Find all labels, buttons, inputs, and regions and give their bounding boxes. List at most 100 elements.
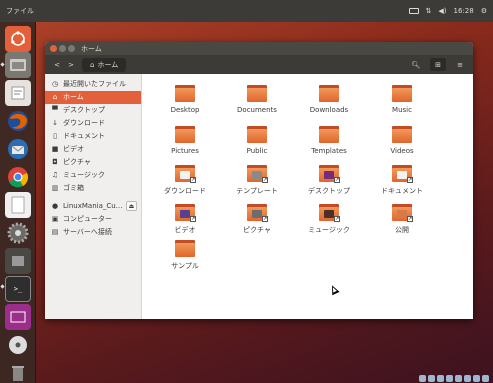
tray-icon[interactable] — [464, 374, 471, 382]
file-name: ドキュメント — [381, 187, 423, 195]
file-item[interactable]: ↗ 公開 — [367, 204, 437, 235]
folder-icon: ↗ — [247, 204, 268, 222]
forward-button[interactable]: > — [64, 61, 78, 69]
folder-icon — [392, 126, 412, 143]
sidebar-item-desktop[interactable]: ▀ デスクトップ — [45, 104, 141, 117]
sidebar-item-home[interactable]: ⌂ ホーム — [45, 90, 141, 104]
sidebar-item-videos[interactable]: ■ ビデオ — [45, 142, 141, 155]
running-indicator — [0, 62, 5, 67]
maximize-button[interactable] — [68, 45, 75, 52]
tray-icon[interactable] — [419, 374, 426, 382]
tray-icon[interactable] — [455, 374, 462, 382]
file-item[interactable]: ↗ ダウンロード — [150, 165, 220, 196]
clock[interactable]: 16:28 — [454, 7, 474, 15]
file-item[interactable]: ↗ デスクトップ — [294, 165, 364, 196]
file-name: Templates — [311, 147, 347, 155]
file-name: ダウンロード — [164, 187, 206, 195]
tray-icon[interactable] — [428, 374, 435, 382]
file-item[interactable]: Downloads — [294, 85, 364, 114]
file-grid: Desktop Documents Downloads Music Pictures Pu… — [142, 74, 473, 319]
folder-icon — [175, 85, 195, 102]
thunderbird-icon[interactable] — [5, 136, 31, 162]
folder-icon: ↗ — [247, 165, 268, 183]
search-button[interactable]: 🔍︎ — [408, 58, 424, 71]
file-item[interactable]: ↗ テンプレート — [222, 165, 292, 196]
file-name: ビデオ — [174, 226, 196, 234]
file-item[interactable]: Desktop — [150, 85, 220, 114]
running-indicator — [0, 284, 5, 289]
file-item[interactable]: Documents — [222, 85, 292, 114]
trash-icon: ▥ — [51, 183, 59, 192]
tray-icon[interactable] — [482, 374, 489, 382]
tray-icon[interactable] — [437, 374, 444, 382]
text-editor-icon[interactable] — [5, 80, 31, 106]
indicator-area: ⇅ ◀) 16:28 ⚙ — [408, 7, 487, 15]
file-item[interactable]: ↗ ミュージック — [294, 204, 364, 235]
folder-icon — [247, 126, 267, 143]
media-icon[interactable] — [5, 248, 31, 274]
terminal-icon[interactable]: >_ — [5, 276, 31, 302]
sidebar-item-computer[interactable]: ▣ コンピューター — [45, 213, 141, 226]
breadcrumb-home[interactable]: ⌂ ホーム — [82, 57, 127, 72]
keyboard-icon[interactable] — [408, 8, 419, 14]
view-controls: 🔍︎ ⊞ ≡ — [408, 58, 468, 71]
ubuntu-dash-icon[interactable] — [5, 26, 31, 52]
places-sidebar: ◷ 最近開いたファイル ⌂ ホーム ▀ デスクトップ ↓ ダウンロード ▯ ドキュメント … — [45, 74, 142, 319]
file-item[interactable]: ↗ ピクチャ — [222, 204, 292, 235]
file-item[interactable]: サンプル — [150, 240, 220, 271]
sidebar-item-pictures[interactable]: ◘ ピクチャ — [45, 155, 141, 168]
sidebar-item-documents[interactable]: ▯ ドキュメント — [45, 130, 141, 143]
file-item[interactable]: ↗ ビデオ — [150, 204, 220, 235]
sidebar-item-music[interactable]: ♫ ミュージック — [45, 168, 141, 181]
file-item[interactable]: ↗ ドキュメント — [367, 165, 437, 196]
gear-icon[interactable]: ⚙ — [481, 7, 487, 15]
folder-icon: ↗ — [319, 165, 340, 183]
trash-icon[interactable] — [5, 360, 31, 383]
folder-icon — [392, 85, 412, 102]
document-icon: ▯ — [53, 132, 57, 140]
close-button[interactable] — [50, 45, 57, 52]
network-icon[interactable]: ⇅ — [426, 7, 432, 15]
file-item[interactable]: Videos — [367, 126, 437, 155]
firefox-icon[interactable] — [5, 108, 31, 134]
document-viewer-icon[interactable] — [5, 192, 31, 218]
file-name: Pictures — [171, 147, 199, 155]
system-tray — [419, 373, 489, 383]
file-item[interactable]: Music — [367, 85, 437, 114]
back-button[interactable]: < — [50, 61, 64, 69]
folder-icon — [175, 240, 195, 257]
file-name: 公開 — [395, 226, 409, 234]
menu-button[interactable]: ≡ — [452, 58, 468, 71]
eject-icon[interactable]: ⏏ — [126, 201, 137, 212]
file-name: Desktop — [170, 106, 200, 114]
files-icon[interactable] — [5, 52, 31, 78]
app-menu[interactable]: ファイル — [6, 6, 34, 16]
tray-icon[interactable] — [446, 374, 453, 382]
settings-icon[interactable] — [5, 220, 31, 246]
disc-icon: ● — [51, 202, 59, 211]
computer-icon: ▣ — [51, 215, 59, 224]
file-name: Public — [246, 147, 268, 155]
file-item[interactable]: Templates — [294, 126, 364, 155]
grid-view-button[interactable]: ⊞ — [430, 58, 446, 71]
volume-icon[interactable]: ◀) — [438, 7, 446, 15]
sidebar-item-disc[interactable]: ● LinuxMania_Cu… ⏏ — [45, 200, 141, 213]
sidebar-item-downloads[interactable]: ↓ ダウンロード — [45, 117, 141, 130]
file-name: Downloads — [309, 106, 349, 114]
chrome-icon[interactable] — [5, 164, 31, 190]
folder-icon: ↗ — [392, 204, 413, 222]
folder-icon: ↗ — [319, 204, 340, 222]
download-icon: ↓ — [52, 119, 58, 128]
screenshot-icon[interactable] — [5, 304, 31, 330]
tray-icon[interactable] — [473, 374, 480, 382]
music-icon: ♫ — [51, 170, 59, 179]
file-name: Music — [392, 106, 412, 114]
disc-icon[interactable] — [5, 332, 31, 358]
sidebar-item-recent[interactable]: ◷ 最近開いたファイル — [45, 78, 141, 91]
file-item[interactable]: Pictures — [150, 126, 220, 155]
minimize-button[interactable] — [59, 45, 66, 52]
file-name: Documents — [237, 106, 277, 114]
sidebar-item-connect-server[interactable]: ▤ サーバーへ接続 — [45, 226, 141, 239]
sidebar-item-trash[interactable]: ▥ ゴミ箱 — [45, 181, 141, 194]
file-item[interactable]: Public — [222, 126, 292, 155]
